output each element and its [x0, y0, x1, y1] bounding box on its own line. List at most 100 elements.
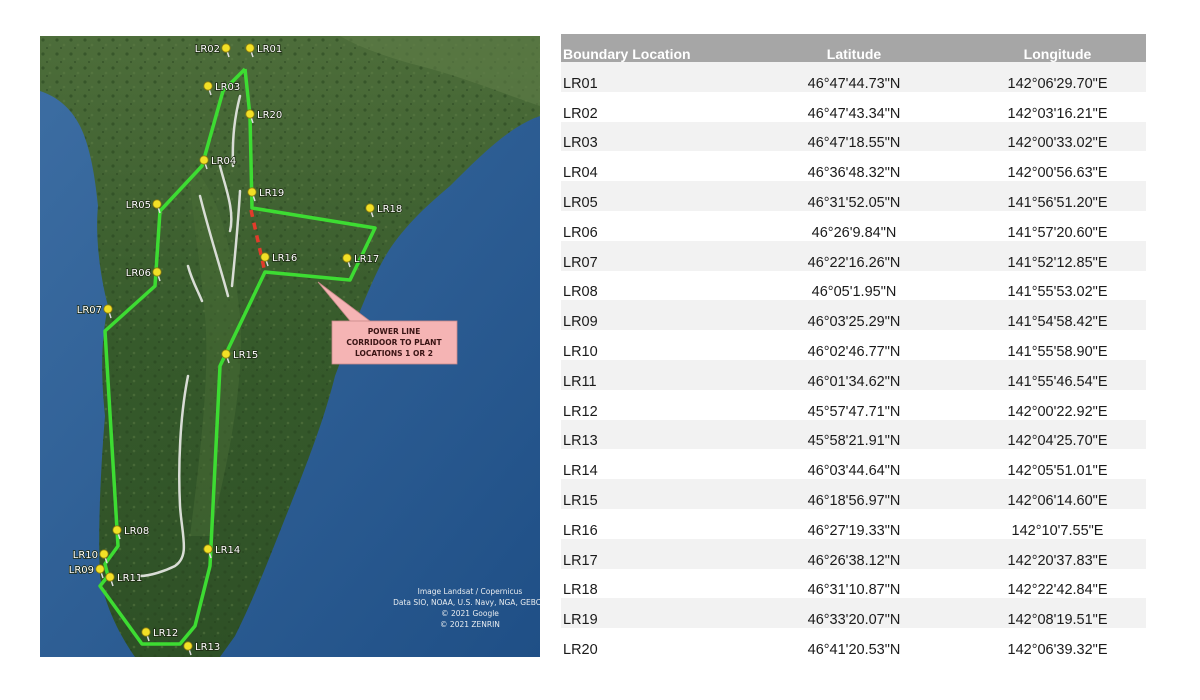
longitude-cell: 142°06'39.32"E [969, 628, 1146, 658]
location-cell: LR16 [561, 508, 739, 539]
pin-label: LR02 [195, 44, 220, 55]
pushpin-icon [141, 627, 151, 637]
longitude-cell: 142°03'16.21"E [969, 91, 1146, 122]
table-row: LR09 46°03'25.29"N 141°54'58.42"E [561, 300, 1146, 331]
boundary-coordinates-table: Boundary Location Latitude Longitude LR0… [561, 34, 1146, 658]
pin-label: LR09 [69, 565, 94, 576]
satellite-map[interactable]: POWER LINE CORRIDOOR TO PLANT LOCATIONS … [40, 36, 540, 657]
attribution-line-1: Image Landsat / Copernicus [418, 587, 523, 596]
longitude-cell: 142°00'56.63"E [969, 151, 1146, 182]
header-boundary-location: Boundary Location [561, 34, 739, 62]
longitude-cell: 141°57'20.60"E [969, 210, 1146, 241]
location-cell: LR14 [561, 449, 739, 480]
latitude-cell: 45°57'47.71"N [739, 389, 969, 420]
location-cell: LR12 [561, 389, 739, 420]
pin-label: LR14 [215, 545, 240, 556]
longitude-cell: 142°05'51.01"E [969, 449, 1146, 480]
pin-label: LR06 [126, 268, 151, 279]
table-row: LR20 46°41'20.53"N 142°06'39.32"E [561, 628, 1146, 658]
table-row: LR08 46°05'1.95"N 141°55'53.02"E [561, 270, 1146, 301]
pin-label: LR05 [126, 200, 151, 211]
table-row: LR17 46°26'38.12"N 142°20'37.83"E [561, 538, 1146, 569]
table-header-row: Boundary Location Latitude Longitude [561, 34, 1146, 62]
header-longitude: Longitude [969, 34, 1146, 62]
table-body: LR01 46°47'44.73"N 142°06'29.70"E LR02 46°47… [561, 62, 1146, 658]
location-cell: LR10 [561, 330, 739, 360]
latitude-cell: 46°41'20.53"N [739, 628, 969, 658]
header-latitude: Latitude [739, 34, 969, 62]
table-row: LR02 46°47'43.34"N 142°03'16.21"E [561, 91, 1146, 122]
pushpin-icon [221, 43, 231, 53]
location-cell: LR13 [561, 419, 739, 450]
table-row: LR06 46°26'9.84"N 141°57'20.60"E [561, 210, 1146, 241]
table-row: LR03 46°47'18.55"N 142°00'33.02"E [561, 121, 1146, 152]
latitude-cell: 46°22'16.26"N [739, 240, 969, 271]
longitude-cell: 141°55'46.54"E [969, 359, 1146, 390]
pin-label: LR08 [124, 526, 149, 537]
pushpin-icon [260, 252, 270, 262]
table-row: LR04 46°36'48.32"N 142°00'56.63"E [561, 151, 1146, 182]
latitude-cell: 46°47'43.34"N [739, 91, 969, 122]
latitude-cell: 46°03'44.64"N [739, 449, 969, 480]
location-cell: LR20 [561, 628, 739, 658]
longitude-cell: 141°56'51.20"E [969, 181, 1146, 211]
pin-label: LR07 [77, 305, 102, 316]
location-cell: LR07 [561, 240, 739, 271]
longitude-cell: 141°55'58.90"E [969, 330, 1146, 360]
pin-label: LR17 [354, 254, 379, 265]
longitude-cell: 142°08'19.51"E [969, 598, 1146, 629]
pin-label: LR01 [257, 44, 282, 55]
pin-label: LR13 [195, 642, 220, 653]
pushpin-icon [103, 304, 113, 314]
location-cell: LR08 [561, 270, 739, 301]
latitude-cell: 46°47'44.73"N [739, 62, 969, 92]
pushpin-icon [342, 253, 352, 263]
latitude-cell: 46°02'46.77"N [739, 330, 969, 360]
latitude-cell: 46°47'18.55"N [739, 121, 969, 152]
latitude-cell: 46°31'10.87"N [739, 568, 969, 599]
pushpin-icon [245, 43, 255, 53]
pushpin-icon [99, 549, 109, 559]
pushpin-icon [365, 203, 375, 213]
table-row: LR13 45°58'21.91"N 142°04'25.70"E [561, 419, 1146, 450]
longitude-cell: 142°20'37.83"E [969, 538, 1146, 569]
pin-label: LR10 [73, 550, 98, 561]
location-cell: LR01 [561, 62, 739, 92]
table-row: LR10 46°02'46.77"N 141°55'58.90"E [561, 330, 1146, 360]
pin-label: LR03 [215, 82, 240, 93]
latitude-cell: 46°26'38.12"N [739, 538, 969, 569]
location-cell: LR03 [561, 121, 739, 152]
latitude-cell: 46°03'25.29"N [739, 300, 969, 331]
pin-label: LR11 [117, 573, 142, 584]
latitude-cell: 45°58'21.91"N [739, 419, 969, 450]
pushpin-icon [95, 564, 105, 574]
latitude-cell: 46°33'20.07"N [739, 598, 969, 629]
attribution-line-2: Data SIO, NOAA, U.S. Navy, NGA, GEBCO [393, 598, 540, 607]
pushpin-icon [199, 155, 209, 165]
location-cell: LR11 [561, 359, 739, 390]
pushpin-icon [183, 641, 193, 651]
latitude-cell: 46°18'56.97"N [739, 479, 969, 509]
latitude-cell: 46°26'9.84"N [739, 210, 969, 241]
pin-label: LR12 [153, 628, 178, 639]
pushpin-icon [247, 187, 257, 197]
pushpin-icon [245, 109, 255, 119]
latitude-cell: 46°01'34.62"N [739, 359, 969, 390]
longitude-cell: 142°06'29.70"E [969, 62, 1146, 92]
callout-line-3: LOCATIONS 1 OR 2 [355, 349, 433, 358]
location-cell: LR09 [561, 300, 739, 331]
table-row: LR11 46°01'34.62"N 141°55'46.54"E [561, 359, 1146, 390]
location-cell: LR06 [561, 210, 739, 241]
location-cell: LR19 [561, 598, 739, 629]
location-cell: LR18 [561, 568, 739, 599]
longitude-cell: 142°10'7.55"E [969, 508, 1146, 539]
pushpin-icon [112, 525, 122, 535]
map-canvas: POWER LINE CORRIDOOR TO PLANT LOCATIONS … [40, 36, 540, 657]
table-row: LR05 46°31'52.05"N 141°56'51.20"E [561, 181, 1146, 211]
location-cell: LR17 [561, 538, 739, 569]
pin-label: LR19 [259, 188, 284, 199]
pushpin-icon [105, 572, 115, 582]
pin-label: LR04 [211, 156, 236, 167]
longitude-cell: 142°00'22.92"E [969, 389, 1146, 420]
location-cell: LR15 [561, 479, 739, 509]
